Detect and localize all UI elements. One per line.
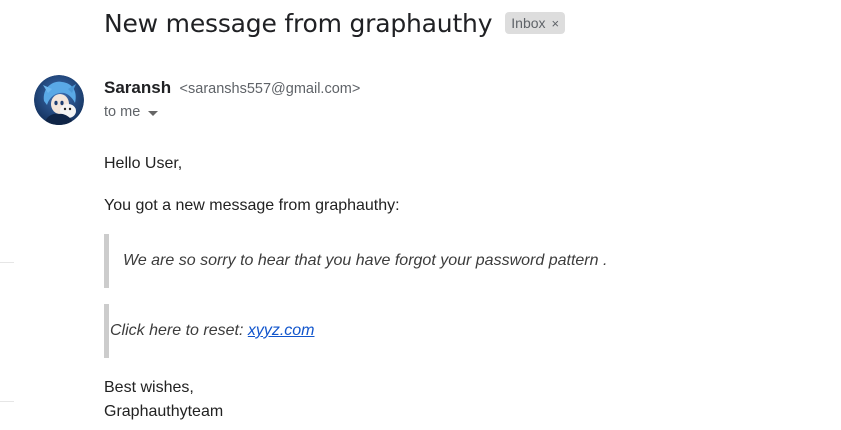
remove-label-icon[interactable]: ×	[552, 16, 560, 31]
closing-text: Best wishes,	[104, 379, 194, 396]
reset-link-block: Click here to reset: xyyz.com	[104, 304, 315, 358]
intro-text: You got a new message from graphauthy:	[104, 197, 400, 214]
recipient-text: to me	[104, 104, 141, 120]
sender-email: <saranshs557@gmail.com>	[179, 81, 361, 97]
recipient-details-toggle[interactable]: to me	[104, 104, 159, 120]
inbox-label-chip[interactable]: Inbox ×	[505, 12, 566, 34]
chevron-down-icon[interactable]	[148, 110, 159, 116]
reset-prefix-text: Click here to reset:	[110, 322, 248, 339]
reset-link[interactable]: xyyz.com	[248, 322, 315, 340]
greeting-text: Hello User,	[104, 155, 183, 172]
quoted-message-text: We are so sorry to hear that you have fo…	[123, 252, 608, 269]
sender-name[interactable]: Saransh	[104, 78, 171, 97]
user-avatar-icon	[34, 75, 84, 125]
left-panel-divider-top	[0, 262, 14, 263]
subject-header: New message from graphauthy Inbox ×	[104, 6, 566, 40]
sender-info: Saransh <saranshs557@gmail.com>	[104, 78, 360, 98]
inbox-label-text: Inbox	[511, 15, 546, 31]
sender-avatar[interactable]	[34, 75, 84, 125]
left-panel-divider-bottom	[0, 401, 14, 402]
signature-text: Graphauthyteam	[104, 403, 224, 420]
quoted-message: We are so sorry to hear that you have fo…	[104, 234, 607, 288]
email-subject: New message from graphauthy	[104, 8, 493, 38]
